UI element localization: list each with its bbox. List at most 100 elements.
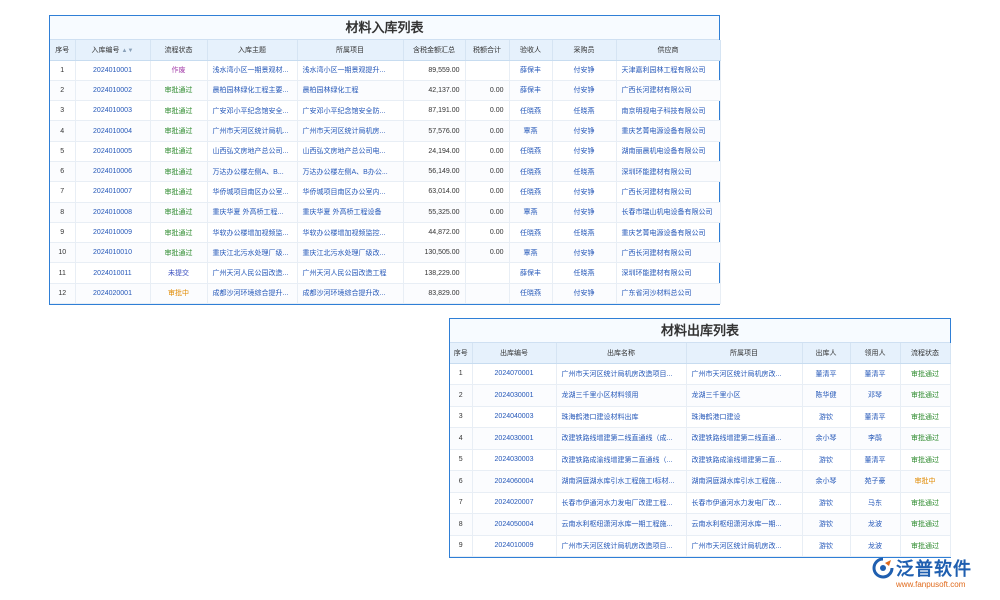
row-code-link[interactable]: 2024040003 [472, 406, 557, 428]
row-subject[interactable]: 重庆江北污水处理厂级... [207, 242, 298, 264]
row-code-link[interactable]: 2024010001 [75, 60, 151, 81]
table-row[interactable]: 9 2024010009 广州市天河区统计局机房改造项目... 广州市天河区统计局机房… [450, 535, 951, 557]
row-project[interactable]: 广州市天河区统计局机房改... [686, 535, 803, 557]
row-name[interactable]: 改建铁路线增建第二线直通线（成... [556, 427, 687, 450]
row-code-link[interactable]: 2024010009 [472, 535, 557, 557]
row-project[interactable]: 山西弘文房地产总公司电... [297, 141, 404, 162]
row-project[interactable]: 重庆江北污水处理厂级改... [297, 242, 404, 264]
row-code-link[interactable]: 2024010004 [75, 120, 151, 142]
row-code-link[interactable]: 2024010011 [75, 262, 151, 284]
row-name[interactable]: 长春市伊通河水力发电厂改建工程... [556, 492, 687, 514]
row-project[interactable]: 成都沙河环境综合提升改... [297, 283, 404, 305]
row-code-link[interactable]: 2024010006 [75, 161, 151, 183]
col-header-code[interactable]: 出库编号 [472, 343, 557, 364]
table-row[interactable]: 2 2024030001 龙湖三千里小区材料领用 龙湖三千里小区 陈华健 邓琴 审批通过 [450, 384, 951, 407]
table-row[interactable]: 7 2024020007 长春市伊通河水力发电厂改建工程... 长春市伊通河水力发电厂… [450, 492, 951, 514]
row-project[interactable]: 云南水利枢纽潇河水库一期... [686, 513, 803, 536]
col-header-no[interactable]: 序号 [450, 343, 473, 364]
table-row[interactable]: 4 2024030001 改建铁路线增建第二线直通线（成... 改建铁路线增建第二线直… [450, 427, 951, 450]
row-code-link[interactable]: 2024030001 [472, 384, 557, 407]
row-project[interactable]: 万达办公楼左侧A、B办公... [297, 161, 404, 183]
table-row[interactable]: 4 2024010004 审批通过 广州市天河区统计局机... 广州市天河区统计局机房.… [50, 120, 721, 142]
row-subject[interactable]: 重庆华夏 外高桥工程... [207, 202, 298, 223]
row-code-link[interactable]: 2024030003 [472, 449, 557, 471]
row-name[interactable]: 广州市天河区统计局机房改造项目... [556, 363, 687, 385]
table-row[interactable]: 11 2024010011 未提交 广州天河人民公园改造... 广州天河人民公园改造工程… [50, 262, 721, 284]
row-project[interactable]: 晨柏园林绿化工程 [297, 80, 404, 102]
row-project[interactable]: 广安邓小平纪念馆安全防... [297, 100, 404, 122]
row-supplier[interactable]: 广西长河建材有限公司 [616, 80, 721, 102]
row-project[interactable]: 改建铁路成渝线增建第二直... [686, 449, 803, 471]
row-code-link[interactable]: 2024020001 [75, 283, 151, 305]
row-supplier[interactable]: 重庆艺菁电源设备有限公司 [616, 222, 721, 244]
col-header-status[interactable]: 流程状态 [150, 40, 208, 61]
row-subject[interactable]: 浅水湾小区一期景观材... [207, 60, 298, 81]
row-project[interactable]: 广州市天河区统计局机房... [297, 120, 404, 142]
row-supplier[interactable]: 南京明视电子科技有限公司 [616, 100, 721, 122]
row-supplier[interactable]: 湖南丽晨机电设备有限公司 [616, 141, 721, 162]
table-row[interactable]: 8 2024010008 审批通过 重庆华夏 外高桥工程... 重庆华夏 外高桥工程设备… [50, 202, 721, 223]
table-row[interactable]: 9 2024010009 审批通过 华软办公楼增加视频监... 华软办公楼增加视频监控.… [50, 222, 721, 244]
row-supplier[interactable]: 天津嘉利园林工程有限公司 [616, 60, 721, 81]
table-row[interactable]: 5 2024010005 审批通过 山西弘文房地产总公司... 山西弘文房地产总公司电.… [50, 141, 721, 162]
row-project[interactable]: 重庆华夏 外高桥工程设备 [297, 202, 404, 223]
row-code-link[interactable]: 2024070001 [472, 363, 557, 385]
col-header-project[interactable]: 所属项目 [686, 343, 803, 364]
row-supplier[interactable]: 重庆艺菁电源设备有限公司 [616, 120, 721, 142]
row-project[interactable]: 长春市伊通河水力发电厂改... [686, 492, 803, 514]
row-code-link[interactable]: 2024010010 [75, 242, 151, 264]
row-name[interactable]: 珠海鹤港口建设材料出库 [556, 406, 687, 428]
table-row[interactable]: 6 2024010006 审批通过 万达办公楼左侧A、B... 万达办公楼左侧A、B办公… [50, 161, 721, 183]
row-code-link[interactable]: 2024010009 [75, 222, 151, 244]
row-subject[interactable]: 华软办公楼增加视频监... [207, 222, 298, 244]
table-row[interactable]: 7 2024010007 审批通过 华侨城项目南区办公室... 华侨城项目南区办公室内.… [50, 181, 721, 203]
table-row[interactable]: 3 2024040003 珠海鹤港口建设材料出库 珠海鹤港口建设 游钦 董清平 审批通过 [450, 406, 951, 428]
col-header-tax[interactable]: 税额合计 [465, 40, 510, 61]
row-code-link[interactable]: 2024010008 [75, 202, 151, 223]
table-row[interactable]: 3 2024010003 审批通过 广安邓小平纪念馆安全... 广安邓小平纪念馆安全防.… [50, 100, 721, 122]
row-supplier[interactable]: 广西长河建材有限公司 [616, 242, 721, 264]
col-header-supplier[interactable]: 供应商 [616, 40, 721, 61]
table-row[interactable]: 1 2024010001 作废 浅水湾小区一期景观材... 浅水湾小区一期景观提升...… [50, 60, 721, 81]
col-header-project[interactable]: 所属项目 [297, 40, 404, 61]
row-code-link[interactable]: 2024020007 [472, 492, 557, 514]
col-header-status[interactable]: 流程状态 [900, 343, 951, 364]
col-header-amount[interactable]: 含税金额汇总 [403, 40, 466, 61]
row-supplier[interactable]: 深圳环能建材有限公司 [616, 262, 721, 284]
row-code-link[interactable]: 2024010007 [75, 181, 151, 203]
row-subject[interactable]: 广州市天河区统计局机... [207, 120, 298, 142]
col-header-buyer[interactable]: 采购员 [552, 40, 617, 61]
row-project[interactable]: 珠海鹤港口建设 [686, 406, 803, 428]
row-subject[interactable]: 万达办公楼左侧A、B... [207, 161, 298, 183]
table-row[interactable]: 12 2024020001 审批中 成都沙河环境综合提升... 成都沙河环境综合提升改.… [50, 283, 721, 305]
row-subject[interactable]: 成都沙河环境综合提升... [207, 283, 298, 305]
table-row[interactable]: 5 2024030003 改建铁路成渝线增建第二直通线（... 改建铁路成渝线增建第二… [450, 449, 951, 471]
row-supplier[interactable]: 长春市瑞山机电设备有限公司 [616, 202, 721, 223]
col-header-receiver[interactable]: 领用人 [850, 343, 901, 364]
row-project[interactable]: 华软办公楼增加视频监控... [297, 222, 404, 244]
table-row[interactable]: 2 2024010002 审批通过 晨柏园林绿化工程主要... 晨柏园林绿化工程 42,1… [50, 80, 721, 102]
row-subject[interactable]: 华侨城项目南区办公室... [207, 181, 298, 203]
row-name[interactable]: 改建铁路成渝线增建第二直通线（... [556, 449, 687, 471]
col-header-no[interactable]: 序号 [50, 40, 76, 61]
row-project[interactable]: 改建铁路线增建第二线直通... [686, 427, 803, 450]
row-code-link[interactable]: 2024060004 [472, 470, 557, 493]
table-row[interactable]: 8 2024050004 云南水利枢纽潇河水库一期工程施... 云南水利枢纽潇河水库一… [450, 513, 951, 536]
row-subject[interactable]: 晨柏园林绿化工程主要... [207, 80, 298, 102]
row-project[interactable]: 广州市天河区统计局机房改... [686, 363, 803, 385]
table-row[interactable]: 6 2024060004 湖南洞庭湖水库引水工程施工I标材... 湖南洞庭湖水库引水工… [450, 470, 951, 493]
sort-icon[interactable]: ▲▼ [122, 48, 134, 54]
col-header-issuer[interactable]: 出库人 [802, 343, 851, 364]
col-header-subject[interactable]: 入库主题 [207, 40, 298, 61]
row-name[interactable]: 广州市天河区统计局机房改造项目... [556, 535, 687, 557]
col-header-name[interactable]: 出库名称 [556, 343, 687, 364]
row-code-link[interactable]: 2024050004 [472, 513, 557, 536]
row-project[interactable]: 华侨城项目南区办公室内... [297, 181, 404, 203]
row-supplier[interactable]: 广东省河沙材料总公司 [616, 283, 721, 305]
row-name[interactable]: 湖南洞庭湖水库引水工程施工I标材... [556, 470, 687, 493]
row-code-link[interactable]: 2024010005 [75, 141, 151, 162]
row-name[interactable]: 龙湖三千里小区材料领用 [556, 384, 687, 407]
table-row[interactable]: 10 2024010010 审批通过 重庆江北污水处理厂级... 重庆江北污水处理厂级改… [50, 242, 721, 264]
row-supplier[interactable]: 深圳环能建材有限公司 [616, 161, 721, 183]
row-code-link[interactable]: 2024010003 [75, 100, 151, 122]
